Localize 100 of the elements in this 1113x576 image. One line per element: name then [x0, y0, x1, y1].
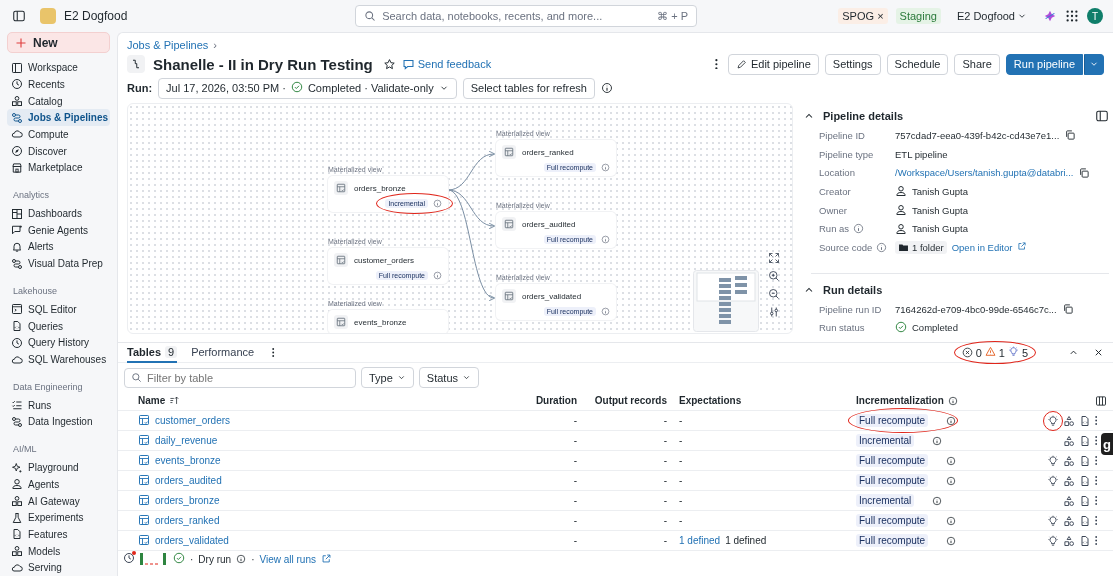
code-file-icon[interactable]: [1078, 534, 1091, 547]
sidebar-item[interactable]: Queries: [7, 317, 110, 335]
zoom-in-icon[interactable]: [768, 270, 780, 282]
lineage-icon[interactable]: [1062, 494, 1075, 507]
lineage-icon[interactable]: [1062, 474, 1075, 487]
sidebar-item[interactable]: Workspace: [7, 59, 110, 76]
sidebar-item[interactable]: Discover: [7, 142, 110, 160]
sidebar-item[interactable]: Compute: [7, 126, 110, 143]
filter-dropdown[interactable]: Status: [418, 367, 480, 388]
user-avatar[interactable]: T: [1087, 8, 1103, 24]
panel-icon[interactable]: [1095, 109, 1109, 123]
select-tables-button[interactable]: Select tables for refresh: [462, 77, 595, 99]
open-editor-link[interactable]: Open in Editor: [951, 241, 1013, 253]
lineage-icon[interactable]: [1062, 454, 1075, 467]
account-switcher[interactable]: E2 Dogfood: [956, 10, 1027, 22]
toolbar-button[interactable]: Settings: [824, 53, 881, 75]
location-link[interactable]: /Workspace/Users/tanish.gupta@databri...: [895, 167, 1074, 179]
column-header[interactable]: Expectations: [679, 395, 742, 406]
more-icon[interactable]: [1094, 496, 1097, 505]
external-link-icon[interactable]: [1017, 241, 1028, 252]
star-icon[interactable]: [382, 57, 396, 71]
lightbulb-icon[interactable]: [1046, 454, 1059, 467]
history-icon[interactable]: [123, 552, 135, 564]
expectations-link[interactable]: 1 defined: [679, 535, 721, 546]
assistant-tab[interactable]: g: [1101, 433, 1113, 455]
columns-icon[interactable]: [1095, 394, 1107, 407]
lightbulb-icon[interactable]: [1046, 514, 1059, 527]
column-header[interactable]: Name: [138, 395, 166, 406]
table-name-link[interactable]: daily_revenue: [155, 435, 218, 446]
new-button[interactable]: New: [7, 32, 110, 54]
environment-tag[interactable]: SPOG ×: [838, 8, 888, 24]
more-icon[interactable]: [1094, 456, 1097, 465]
run-pipeline-button[interactable]: Run pipeline: [1005, 53, 1083, 75]
code-file-icon[interactable]: [1078, 494, 1091, 507]
copy-icon[interactable]: [1061, 303, 1074, 316]
code-file-icon[interactable]: [1078, 474, 1091, 487]
graph-node[interactable]: events_bronze: [328, 310, 448, 333]
sidebar-item[interactable]: Experiments: [7, 509, 110, 527]
lineage-icon[interactable]: [1062, 434, 1075, 447]
zoom-out-icon[interactable]: [768, 288, 780, 300]
toolbar-button[interactable]: Edit pipeline: [727, 53, 819, 75]
tab[interactable]: Tables 9: [127, 342, 178, 363]
more-icon[interactable]: [1094, 476, 1097, 485]
fit-view-icon[interactable]: [768, 252, 780, 264]
table-name-link[interactable]: orders_validated: [155, 535, 229, 546]
more-icon[interactable]: [1094, 536, 1097, 545]
column-header[interactable]: Incrementalization: [856, 395, 944, 406]
sidebar-item[interactable]: Serving: [7, 559, 110, 576]
copy-icon[interactable]: [1064, 129, 1077, 142]
sidebar-item[interactable]: Agents: [7, 475, 110, 493]
table-name-link[interactable]: orders_bronze: [155, 495, 220, 506]
sidebar-item[interactable]: Dashboards: [7, 205, 110, 222]
sidebar-item[interactable]: Models: [7, 542, 110, 560]
sidebar-item[interactable]: Recents: [7, 76, 110, 93]
workspace-name[interactable]: E2 Dogfood: [64, 9, 214, 23]
code-file-icon[interactable]: [1078, 414, 1091, 427]
lightbulb-icon[interactable]: [1046, 474, 1059, 487]
breadcrumb-link[interactable]: Jobs & Pipelines: [127, 39, 209, 51]
run-history-drawing[interactable]: [140, 553, 168, 565]
lineage-icon[interactable]: [1062, 414, 1075, 427]
sidebar-item[interactable]: Query History: [7, 334, 110, 352]
view-all-runs-link[interactable]: View all runs: [259, 553, 316, 565]
search-field[interactable]: Search data, notebooks, recents, and more... ⌘ + P: [355, 5, 698, 27]
sidebar-item[interactable]: Catalog: [7, 92, 110, 110]
table-name-link[interactable]: orders_audited: [155, 475, 222, 486]
sidebar-item[interactable]: Features: [7, 526, 110, 543]
sidebar-item[interactable]: Genie Agents: [7, 221, 110, 239]
sidebar-item[interactable]: Data Ingestion: [7, 413, 110, 431]
code-file-icon[interactable]: [1078, 434, 1091, 447]
column-header[interactable]: Duration: [535, 395, 577, 406]
run-selector[interactable]: Jul 17, 2026, 03:50 PM · Completed · Validate-only: [158, 77, 457, 99]
sidebar-item[interactable]: Playground: [7, 459, 110, 476]
table-name-link[interactable]: customer_orders: [155, 415, 231, 426]
more-icon[interactable]: [1094, 416, 1097, 425]
run-options-button[interactable]: [1084, 53, 1104, 75]
send-feedback-link[interactable]: Send feedback: [401, 57, 492, 71]
sidebar-item[interactable]: SQL Warehouses: [7, 351, 110, 368]
apps-grid-icon[interactable]: [1065, 9, 1079, 23]
sparkle-icon[interactable]: [1043, 9, 1057, 23]
code-file-icon[interactable]: [1078, 514, 1091, 527]
more-icon[interactable]: [1094, 516, 1097, 525]
tab[interactable]: Performance: [191, 342, 255, 363]
close-icon[interactable]: [1093, 347, 1104, 358]
sliders-icon[interactable]: [768, 306, 780, 318]
table-name-link[interactable]: orders_ranked: [155, 515, 220, 526]
toolbar-button[interactable]: Share: [954, 53, 1000, 75]
sidebar-item[interactable]: Runs: [7, 396, 110, 414]
minimap[interactable]: [693, 270, 759, 332]
sidebar-item[interactable]: AI Gateway: [7, 492, 110, 510]
copy-icon[interactable]: [1078, 166, 1091, 179]
column-header[interactable]: Output records: [594, 395, 667, 406]
filter-dropdown[interactable]: Type: [361, 367, 414, 388]
external-link-icon[interactable]: [321, 552, 332, 564]
table-name-link[interactable]: events_bronze: [155, 455, 221, 466]
folder-chip[interactable]: 1 folder: [895, 240, 947, 254]
sidebar-item[interactable]: Marketplace: [7, 159, 110, 177]
filter-field[interactable]: Filter by table: [124, 367, 356, 388]
lineage-icon[interactable]: [1062, 534, 1075, 547]
code-file-icon[interactable]: [1078, 454, 1091, 467]
lightbulb-icon[interactable]: [1046, 534, 1059, 547]
